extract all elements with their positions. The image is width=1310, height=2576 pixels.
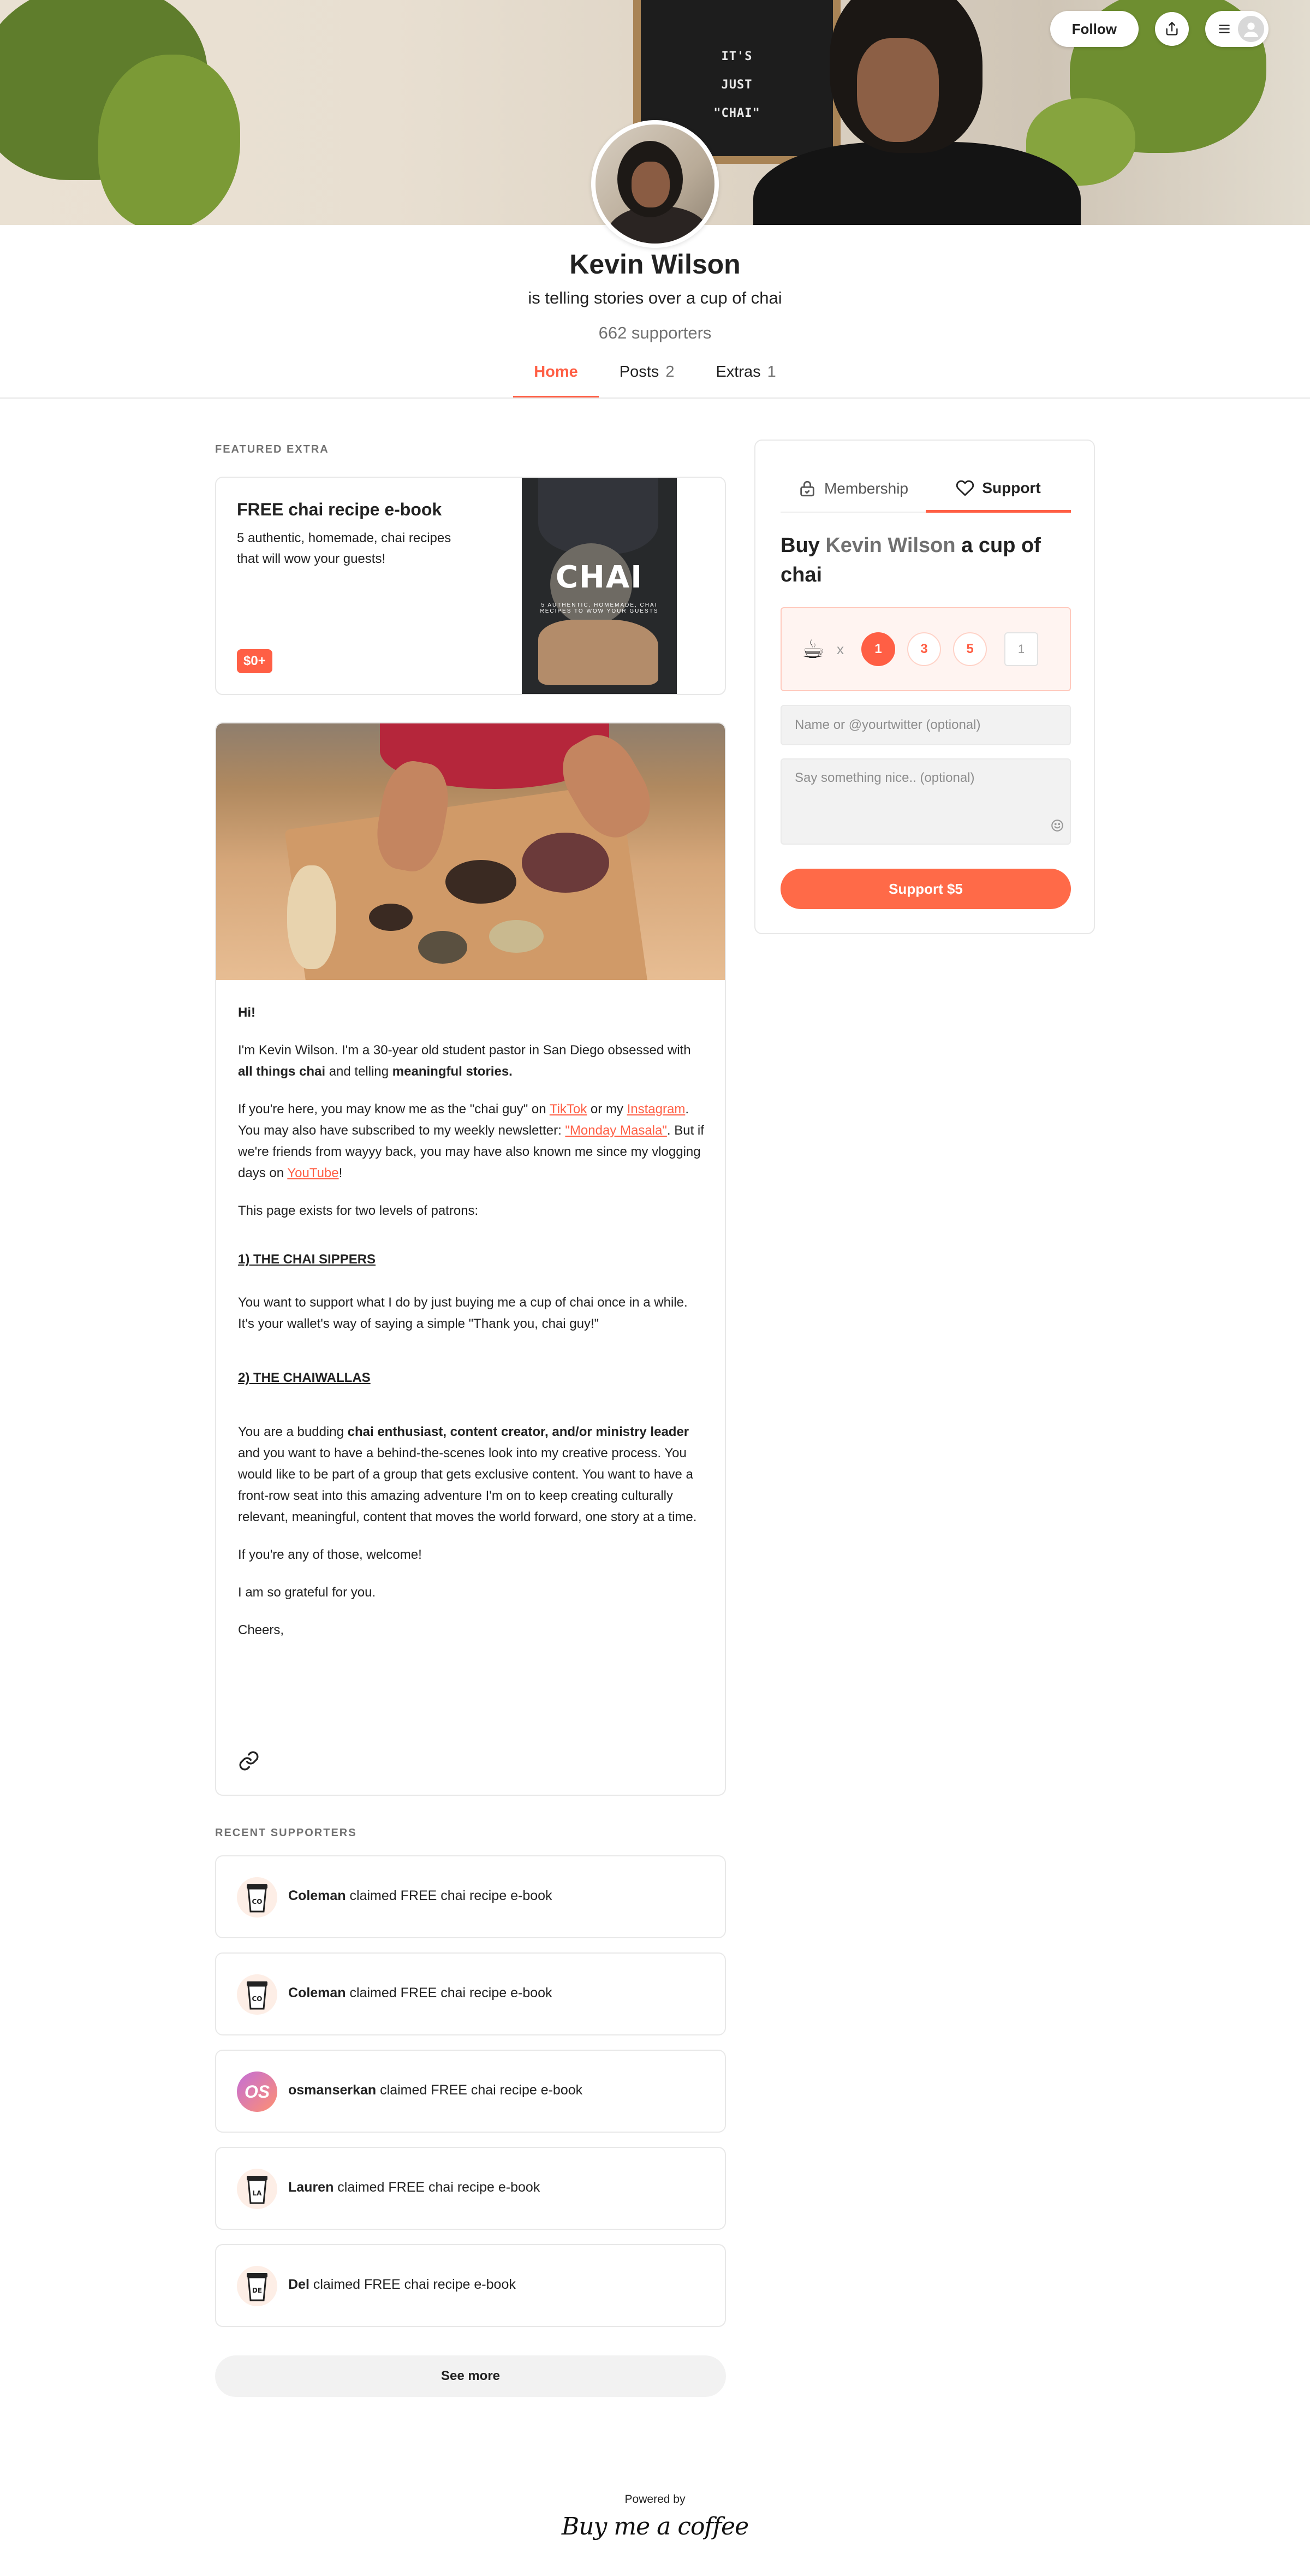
svg-text:CO: CO <box>252 1898 262 1906</box>
emoji-picker-icon[interactable] <box>1050 818 1064 835</box>
extra-description: 5 authentic, homemade, chai recipes that… <box>237 531 451 566</box>
initials-avatar: OS <box>237 2072 277 2112</box>
tab-membership[interactable]: Membership <box>781 466 926 512</box>
supporter-name: Del <box>288 2277 309 2292</box>
about-heading: 1) THE CHAI SIPPERS <box>238 1252 376 1267</box>
plant-left-2 <box>98 55 240 225</box>
extra-title: FREE chai recipe e-book <box>237 500 442 519</box>
about-card: Hi! I'm Kevin Wilson. I'm a 30-year old … <box>215 722 726 1796</box>
custom-quantity-input[interactable]: 1 <box>1004 632 1039 666</box>
featured-extra-card[interactable]: FREE chai recipe e-book 5 authentic, hom… <box>215 477 726 695</box>
tab-support[interactable]: Support <box>926 466 1071 513</box>
support-widget: Membership Support Buy Kevin Wilson a cu… <box>754 440 1095 934</box>
heart-icon <box>956 480 974 496</box>
coffee-cup-icon: ☕ <box>801 635 825 664</box>
support-button[interactable]: Support $5 <box>781 869 1071 909</box>
about-paragraph: If you're here, you may know me as the "… <box>238 1102 704 1180</box>
about-paragraph: If you're any of those, welcome! <box>238 1547 422 1562</box>
tab-label: Membership <box>824 480 909 497</box>
svg-text:CO: CO <box>252 1995 262 2003</box>
lock-icon <box>800 480 814 497</box>
message-input[interactable] <box>781 758 1071 845</box>
powered-by-text: Powered by <box>624 2493 686 2506</box>
ebook-cover-image: CHAI 5 AUTHENTIC, HOMEMADE, CHAI RECIPES… <box>522 478 677 694</box>
tab-label: Support <box>982 479 1041 496</box>
svg-text:LA: LA <box>253 2189 263 2197</box>
supporter-count: 662 supporters <box>598 323 712 342</box>
instagram-link[interactable]: Instagram <box>627 1102 686 1117</box>
account-menu-button[interactable] <box>1205 11 1269 47</box>
coffee-cup-avatar-icon: CO <box>237 1974 277 2015</box>
about-paragraph: I am so grateful for you. <box>238 1585 376 1600</box>
tab-count: 1 <box>767 363 776 381</box>
about-paragraph: You want to support what I do by just bu… <box>238 1295 688 1331</box>
supporter-action: claimed FREE chai recipe e-book <box>346 1985 552 2001</box>
tab-extras[interactable]: Extras 1 <box>695 363 796 399</box>
hamburger-icon <box>1219 25 1230 33</box>
creator-avatar <box>591 120 719 248</box>
ebook-cover-title: CHAI <box>555 560 644 595</box>
supporter-item[interactable]: LA Lauren claimed FREE chai recipe e-boo… <box>215 2147 726 2230</box>
coffee-cup-avatar-icon: CO <box>237 1877 277 1918</box>
about-greeting: Hi! <box>238 1005 255 1020</box>
top-actions: Follow <box>1050 11 1269 47</box>
tabs-divider <box>0 397 1310 399</box>
about-text: Hi! I'm Kevin Wilson. I'm a 30-year old … <box>238 1002 707 1657</box>
ebook-cover-subtitle: 5 AUTHENTIC, HOMEMADE, CHAI RECIPES TO W… <box>540 602 659 614</box>
about-paragraph: I'm Kevin Wilson. I'm a 30-year old stud… <box>238 1043 691 1079</box>
widget-title: Buy Kevin Wilson a cup of chai <box>781 534 1041 586</box>
supporter-item[interactable]: CO Coleman claimed FREE chai recipe e-bo… <box>215 1952 726 2035</box>
coffee-cup-avatar-icon: DE <box>237 2266 277 2306</box>
supporter-name: Lauren <box>288 2180 334 2195</box>
tiktok-link[interactable]: TikTok <box>550 1102 587 1117</box>
supporter-name: Coleman <box>288 1888 346 1903</box>
creator-name: Kevin Wilson <box>569 249 741 280</box>
see-more-button[interactable]: See more <box>215 2355 726 2397</box>
tab-count: 2 <box>665 363 675 381</box>
copy-link-icon[interactable] <box>238 1750 260 1774</box>
about-paragraph: Cheers, <box>238 1623 284 1637</box>
about-heading: 2) THE CHAIWALLAS <box>238 1370 371 1385</box>
youtube-link[interactable]: YouTube <box>287 1166 338 1180</box>
supporter-name: Coleman <box>288 1985 346 2001</box>
newsletter-link[interactable]: "Monday Masala" <box>565 1123 666 1138</box>
supporter-name: osmanserkan <box>288 2082 377 2098</box>
quantity-option-3[interactable]: 3 <box>907 632 942 666</box>
quantity-option-1[interactable]: 1 <box>861 632 896 666</box>
share-button[interactable] <box>1155 12 1189 46</box>
svg-text:DE: DE <box>252 2287 262 2294</box>
about-photo <box>216 723 725 980</box>
tab-posts[interactable]: Posts 2 <box>599 363 695 399</box>
about-paragraph: You are a budding chai enthusiast, conte… <box>238 1424 697 1524</box>
supporter-action: claimed FREE chai recipe e-book <box>376 2082 583 2098</box>
tab-home[interactable]: Home <box>513 363 599 399</box>
user-avatar-icon <box>1238 16 1264 42</box>
supporter-item[interactable]: DE Del claimed FREE chai recipe e-book <box>215 2244 726 2327</box>
supporter-action: claimed FREE chai recipe e-book <box>309 2277 516 2292</box>
supporter-item[interactable]: CO Coleman claimed FREE chai recipe e-bo… <box>215 1855 726 1938</box>
name-input[interactable] <box>781 705 1071 745</box>
tab-label: Home <box>534 363 578 381</box>
supporter-action: claimed FREE chai recipe e-book <box>346 1888 552 1903</box>
creator-tagline: is telling stories over a cup of chai <box>528 288 782 307</box>
times-sign: x <box>837 640 844 657</box>
buymeacoffee-logo[interactable]: Buy me a coffee <box>0 2513 1310 2541</box>
share-icon <box>1166 22 1178 35</box>
tab-label: Extras <box>716 363 761 381</box>
about-paragraph: This page exists for two levels of patro… <box>238 1203 479 1218</box>
follow-button[interactable]: Follow <box>1050 11 1139 47</box>
coffee-cup-avatar-icon: LA <box>237 2169 277 2209</box>
tab-label: Posts <box>619 363 659 381</box>
supporter-item[interactable]: OS osmanserkan claimed FREE chai recipe … <box>215 2050 726 2133</box>
quantity-option-5[interactable]: 5 <box>953 632 987 666</box>
featured-section-label: FEATURED EXTRA <box>215 443 329 455</box>
widget-tabs: Membership Support <box>781 466 1071 513</box>
recent-supporters-label: RECENT SUPPORTERS <box>215 1827 357 1839</box>
extra-price-badge: $0+ <box>237 649 272 673</box>
profile-tabs: Home Posts 2 Extras 1 <box>0 363 1310 399</box>
supporter-action: claimed FREE chai recipe e-book <box>334 2180 540 2195</box>
quantity-selector: ☕ x 1 3 5 1 <box>781 607 1071 691</box>
cover-person <box>742 0 1081 225</box>
